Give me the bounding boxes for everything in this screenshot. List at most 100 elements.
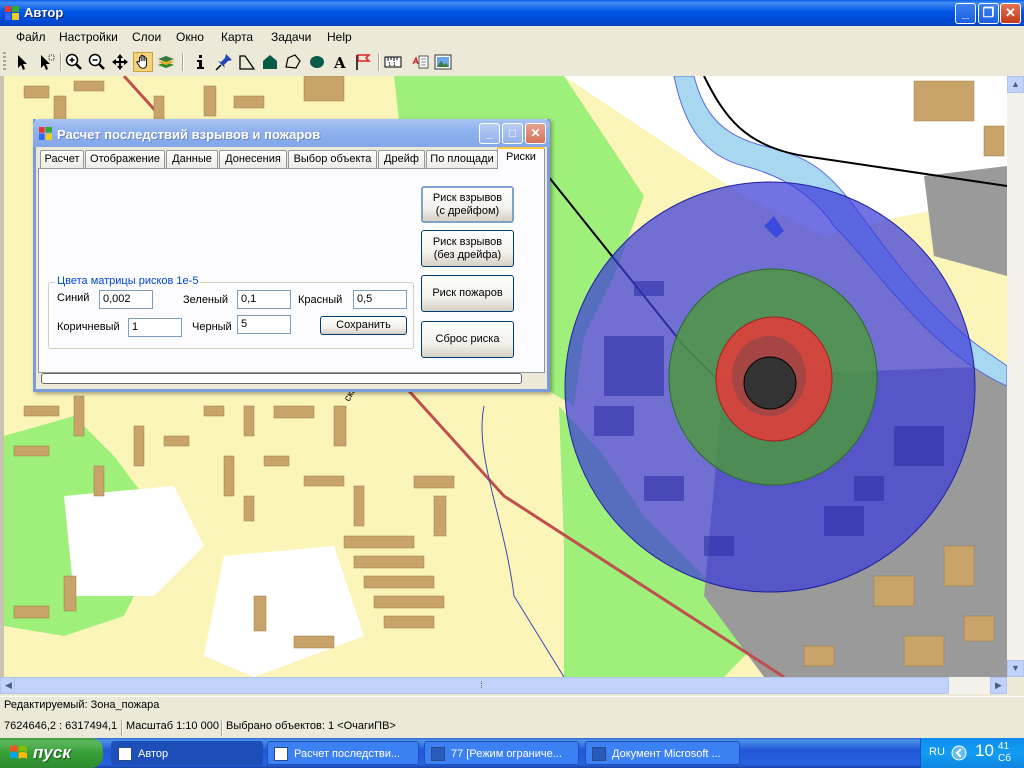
- start-button[interactable]: пуск: [0, 738, 103, 768]
- polygon-icon[interactable]: [260, 52, 280, 72]
- polyline-icon[interactable]: [237, 52, 257, 72]
- ruler-icon[interactable]: 1:1: [383, 52, 403, 72]
- save-button[interactable]: Сохранить: [320, 316, 407, 335]
- status-divider: [121, 720, 123, 736]
- brown-label: Коричневый: [57, 321, 120, 333]
- ellipse-icon[interactable]: [307, 52, 327, 72]
- close-button[interactable]: ✕: [1000, 3, 1021, 24]
- scale-text: Масштаб 1:10 000: [126, 720, 219, 732]
- coordinates-text: 7624646,2 : 6317494,1: [4, 720, 118, 732]
- app-window-icon: [118, 747, 132, 761]
- maximize-button[interactable]: ❐: [978, 3, 999, 24]
- arrow-select-icon[interactable]: [12, 52, 32, 72]
- tab-object-select[interactable]: Выбор объекта: [288, 150, 377, 168]
- taskbar: Автор Расчет последстви... 77 [Режим огр…: [0, 738, 1024, 768]
- menu-settings[interactable]: Настройки: [59, 30, 118, 44]
- tab-reports[interactable]: Донесения: [219, 150, 287, 168]
- horizontal-scroll-thumb[interactable]: ⁞: [14, 677, 949, 694]
- menu-tasks[interactable]: Задачи: [271, 30, 311, 44]
- map-vertical-scrollbar[interactable]: ▲ ▼: [1007, 76, 1024, 677]
- dialog-title: Расчет последствий взрывов и пожаров: [57, 127, 321, 142]
- app-window-icon: [274, 747, 288, 761]
- status-bar-info: 7624646,2 : 6317494,1 Масштаб 1:10 000 В…: [0, 718, 1024, 738]
- task-calc-dialog[interactable]: Расчет последстви...: [267, 741, 419, 765]
- window-titlebar: Автор _ ❐ ✕: [0, 0, 1024, 26]
- dialog-app-icon: [39, 127, 52, 140]
- pan-arrows-icon[interactable]: [110, 52, 130, 72]
- system-tray: RU 10 41 Сб: [920, 738, 1024, 768]
- black-threshold-input[interactable]: 5: [237, 315, 291, 334]
- toolbar-separator: [378, 53, 380, 71]
- menu-bar: Файл Настройки Слои Окно Карта Задачи He…: [0, 26, 1024, 48]
- tab-by-area[interactable]: По площади: [426, 150, 498, 168]
- menu-file[interactable]: Файл: [16, 30, 46, 44]
- menu-window[interactable]: Окно: [176, 30, 204, 44]
- menu-map[interactable]: Карта: [221, 30, 253, 44]
- pin-icon[interactable]: [214, 52, 234, 72]
- risk-zones: [564, 181, 976, 593]
- map-horizontal-scrollbar[interactable]: ◀ ⁞ ▶: [0, 677, 1007, 694]
- risk-fire-button[interactable]: Риск пожаров: [421, 275, 514, 312]
- multi-select-icon[interactable]: [36, 52, 56, 72]
- text-icon[interactable]: A: [330, 52, 350, 72]
- risk-explosion-drift-button[interactable]: Риск взрывов (с дрейфом): [421, 186, 514, 223]
- toolbar-grip[interactable]: [3, 52, 6, 72]
- red-threshold-input[interactable]: 0,5: [353, 290, 407, 309]
- task-label: 77 [Режим ограниче...: [451, 748, 562, 760]
- toolbar-separator: [60, 53, 62, 71]
- minimize-button[interactable]: _: [955, 3, 976, 24]
- toolbar: A 1:1: [0, 48, 1024, 77]
- image-icon[interactable]: [433, 52, 453, 72]
- start-label: пуск: [33, 743, 71, 762]
- clock-day: Сб: [998, 753, 1011, 764]
- scroll-down-button[interactable]: ▼: [1007, 660, 1024, 677]
- language-indicator[interactable]: RU: [929, 746, 945, 758]
- polygon-outline-icon[interactable]: [283, 52, 303, 72]
- task-label: Автор: [138, 748, 169, 760]
- status-bar-edit: Редактируемый: Зона_пожара: [0, 696, 1024, 717]
- progress-bar: [41, 373, 522, 384]
- editable-layer-text: Редактируемый: Зона_пожара: [4, 699, 160, 711]
- info-icon[interactable]: [190, 52, 210, 72]
- clock-hours: 10: [975, 741, 994, 760]
- tab-data[interactable]: Данные: [166, 150, 218, 168]
- tab-calc[interactable]: Расчет: [40, 150, 84, 168]
- green-label: Зеленый: [183, 294, 229, 306]
- menu-help[interactable]: Help: [327, 30, 352, 44]
- dialog-minimize-button[interactable]: _: [479, 123, 500, 144]
- dialog-titlebar: Расчет последствий взрывов и пожаров _ □…: [33, 119, 550, 147]
- menu-layers[interactable]: Слои: [132, 30, 161, 44]
- red-label: Красный: [298, 294, 343, 306]
- status-divider: [221, 720, 223, 736]
- windows-logo-icon: [9, 745, 28, 759]
- dialog-maximize-button[interactable]: □: [502, 123, 523, 144]
- properties-icon[interactable]: [410, 52, 430, 72]
- dialog-close-button[interactable]: ✕: [525, 123, 546, 144]
- word-doc-icon: [431, 747, 445, 761]
- reset-risk-button[interactable]: Сброс риска: [421, 321, 514, 358]
- tab-risks[interactable]: Риски: [497, 147, 545, 169]
- tab-drift[interactable]: Дрейф: [378, 150, 425, 168]
- scroll-right-button[interactable]: ▶: [990, 677, 1007, 694]
- task-word-doc-2[interactable]: Документ Microsoft ...: [585, 741, 740, 765]
- flag-icon[interactable]: [353, 52, 373, 72]
- task-label: Документ Microsoft ...: [612, 748, 721, 760]
- tray-expand-icon[interactable]: [951, 745, 967, 761]
- risk-explosion-nodrift-button[interactable]: Риск взрывов (без дрейфа): [421, 230, 514, 267]
- svg-text:A: A: [333, 54, 346, 72]
- window-title: Автор: [24, 5, 64, 20]
- blue-threshold-input[interactable]: 0,002: [99, 290, 153, 309]
- layers-icon[interactable]: [156, 52, 176, 72]
- toolbar-separator: [182, 53, 184, 71]
- zoom-in-icon[interactable]: [64, 52, 84, 72]
- selected-objects-text: Выбрано объектов: 1 <ОчагиПВ>: [226, 720, 396, 732]
- tab-display[interactable]: Отображение: [85, 150, 165, 168]
- risk-matrix-group-title: Цвета матрицы рисков 1е-5: [55, 275, 201, 287]
- zoom-out-icon[interactable]: [87, 52, 107, 72]
- task-avtor[interactable]: Автор: [111, 741, 263, 765]
- task-word-doc-1[interactable]: 77 [Режим ограниче...: [424, 741, 579, 765]
- brown-threshold-input[interactable]: 1: [128, 318, 182, 337]
- scroll-up-button[interactable]: ▲: [1007, 76, 1024, 93]
- hand-icon[interactable]: [133, 52, 153, 72]
- green-threshold-input[interactable]: 0,1: [237, 290, 291, 309]
